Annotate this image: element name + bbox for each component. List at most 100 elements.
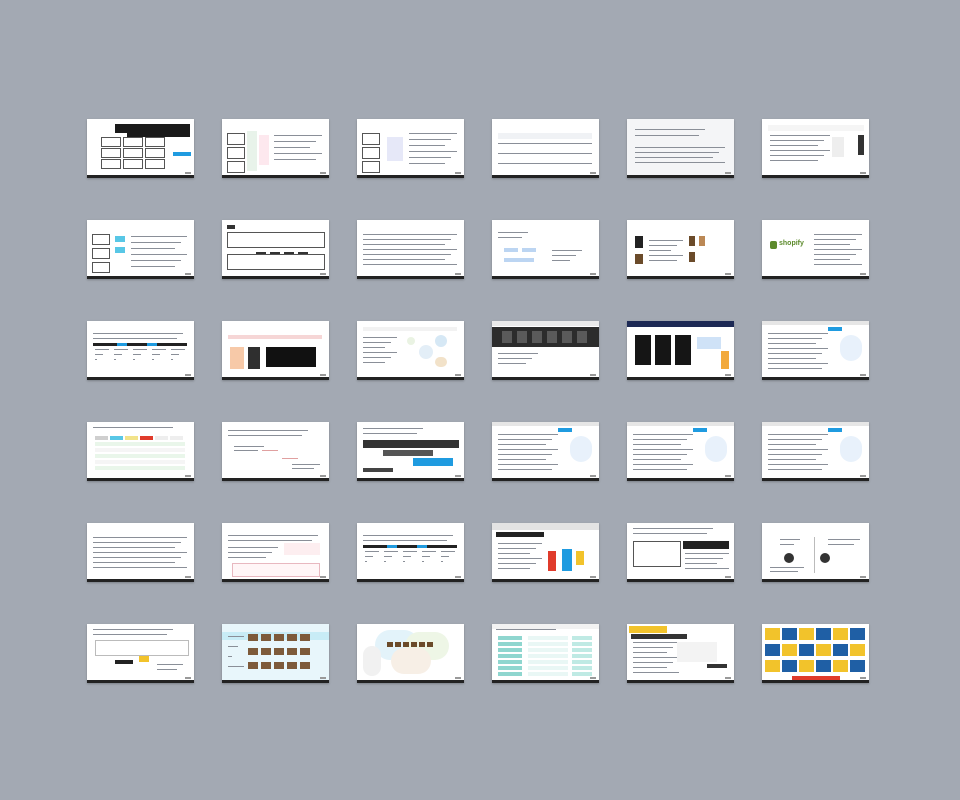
slide-thumbnail[interactable] — [222, 523, 329, 582]
text-line — [635, 157, 713, 158]
slide-thumbnail[interactable] — [762, 422, 869, 481]
shape-fill — [282, 458, 298, 459]
text-line — [403, 561, 405, 562]
shape-fill — [411, 642, 417, 647]
shape-fill — [816, 644, 831, 656]
shape-fill — [387, 137, 403, 161]
shape-box — [633, 541, 681, 567]
text-line — [93, 537, 187, 538]
text-line — [384, 561, 386, 562]
page-marker — [455, 475, 461, 477]
slide-thumbnail[interactable] — [222, 321, 329, 380]
slide-thumbnail[interactable] — [222, 624, 329, 683]
slide-thumbnail[interactable] — [627, 523, 734, 582]
text-line — [633, 469, 687, 470]
page-marker — [590, 576, 596, 578]
shape-fill — [782, 628, 797, 640]
text-line — [780, 539, 800, 540]
slide-thumbnail[interactable] — [492, 624, 599, 683]
slide-thumbnail[interactable] — [627, 422, 734, 481]
slide-thumbnail[interactable] — [222, 220, 329, 279]
slide-thumbnail[interactable] — [492, 220, 599, 279]
text-line — [649, 250, 671, 251]
slide-thumbnail[interactable] — [627, 321, 734, 380]
slide-thumbnail[interactable] — [357, 624, 464, 683]
shape-fill — [572, 660, 592, 664]
page-marker — [860, 475, 866, 477]
shape-fill — [799, 628, 814, 640]
text-line — [95, 354, 103, 355]
table-rule — [498, 163, 592, 164]
page-marker — [455, 677, 461, 679]
slide-thumbnail[interactable] — [492, 321, 599, 380]
slide-thumbnail[interactable] — [357, 523, 464, 582]
shape-fill — [548, 551, 556, 571]
page-marker — [725, 172, 731, 174]
slide-thumbnail[interactable] — [357, 321, 464, 380]
text-line — [635, 162, 725, 163]
text-line — [768, 353, 822, 354]
slide-thumbnail[interactable] — [87, 119, 194, 178]
shape-fill — [395, 642, 401, 647]
text-line — [768, 464, 828, 465]
text-line — [768, 368, 822, 369]
shape-fill — [850, 644, 865, 656]
page-marker — [860, 172, 866, 174]
shape-fill — [262, 450, 278, 451]
slide-thumbnail[interactable] — [627, 119, 734, 178]
page-marker — [320, 677, 326, 679]
text-line — [633, 454, 687, 455]
text-line — [384, 551, 398, 552]
text-line — [441, 561, 443, 562]
slide-thumbnail[interactable] — [762, 119, 869, 178]
slide-thumbnail[interactable] — [627, 624, 734, 683]
slide-thumbnail[interactable] — [492, 523, 599, 582]
shape-fill — [768, 125, 864, 131]
text-line — [635, 147, 725, 148]
slide-thumbnail[interactable]: shopify — [762, 220, 869, 279]
text-line — [131, 248, 175, 249]
text-line — [633, 647, 673, 648]
shape-fill — [840, 335, 862, 361]
text-line — [133, 354, 141, 355]
text-line — [633, 672, 679, 673]
text-line — [768, 343, 816, 344]
shape-fill — [705, 436, 727, 462]
text-line — [228, 666, 244, 667]
shape-box — [92, 248, 110, 259]
text-line — [93, 629, 173, 630]
shape-fill — [528, 642, 568, 646]
text-line — [131, 236, 187, 237]
slide-thumbnail[interactable] — [357, 119, 464, 178]
slide-thumbnail[interactable] — [357, 220, 464, 279]
slide-thumbnail[interactable] — [762, 624, 869, 683]
shape-fill — [528, 672, 568, 676]
slide-thumbnail[interactable] — [87, 523, 194, 582]
slide-thumbnail[interactable] — [87, 422, 194, 481]
slide-thumbnail[interactable] — [762, 523, 869, 582]
shape-fill — [693, 428, 707, 432]
slide-thumbnail[interactable] — [87, 624, 194, 683]
text-line — [131, 242, 181, 243]
text-line — [363, 342, 391, 343]
shape-fill — [816, 628, 831, 640]
slide-thumbnail[interactable] — [87, 220, 194, 279]
slide-thumbnail[interactable] — [627, 220, 734, 279]
slide-thumbnail[interactable] — [222, 422, 329, 481]
slide-thumbnail[interactable] — [222, 119, 329, 178]
shape-fill — [492, 321, 599, 326]
slide-thumbnail[interactable] — [492, 119, 599, 178]
slide-thumbnail[interactable] — [87, 321, 194, 380]
shape-fill — [528, 660, 568, 664]
shape-box — [92, 234, 110, 245]
shape-fill — [655, 335, 671, 365]
text-line — [498, 553, 530, 554]
shape-fill — [300, 648, 310, 655]
text-line — [685, 563, 717, 564]
shape-fill — [532, 331, 542, 343]
slide-thumbnail[interactable] — [357, 422, 464, 481]
text-line — [500, 153, 514, 154]
slide-thumbnail[interactable] — [492, 422, 599, 481]
text-line — [768, 348, 828, 349]
slide-thumbnail[interactable] — [762, 321, 869, 380]
